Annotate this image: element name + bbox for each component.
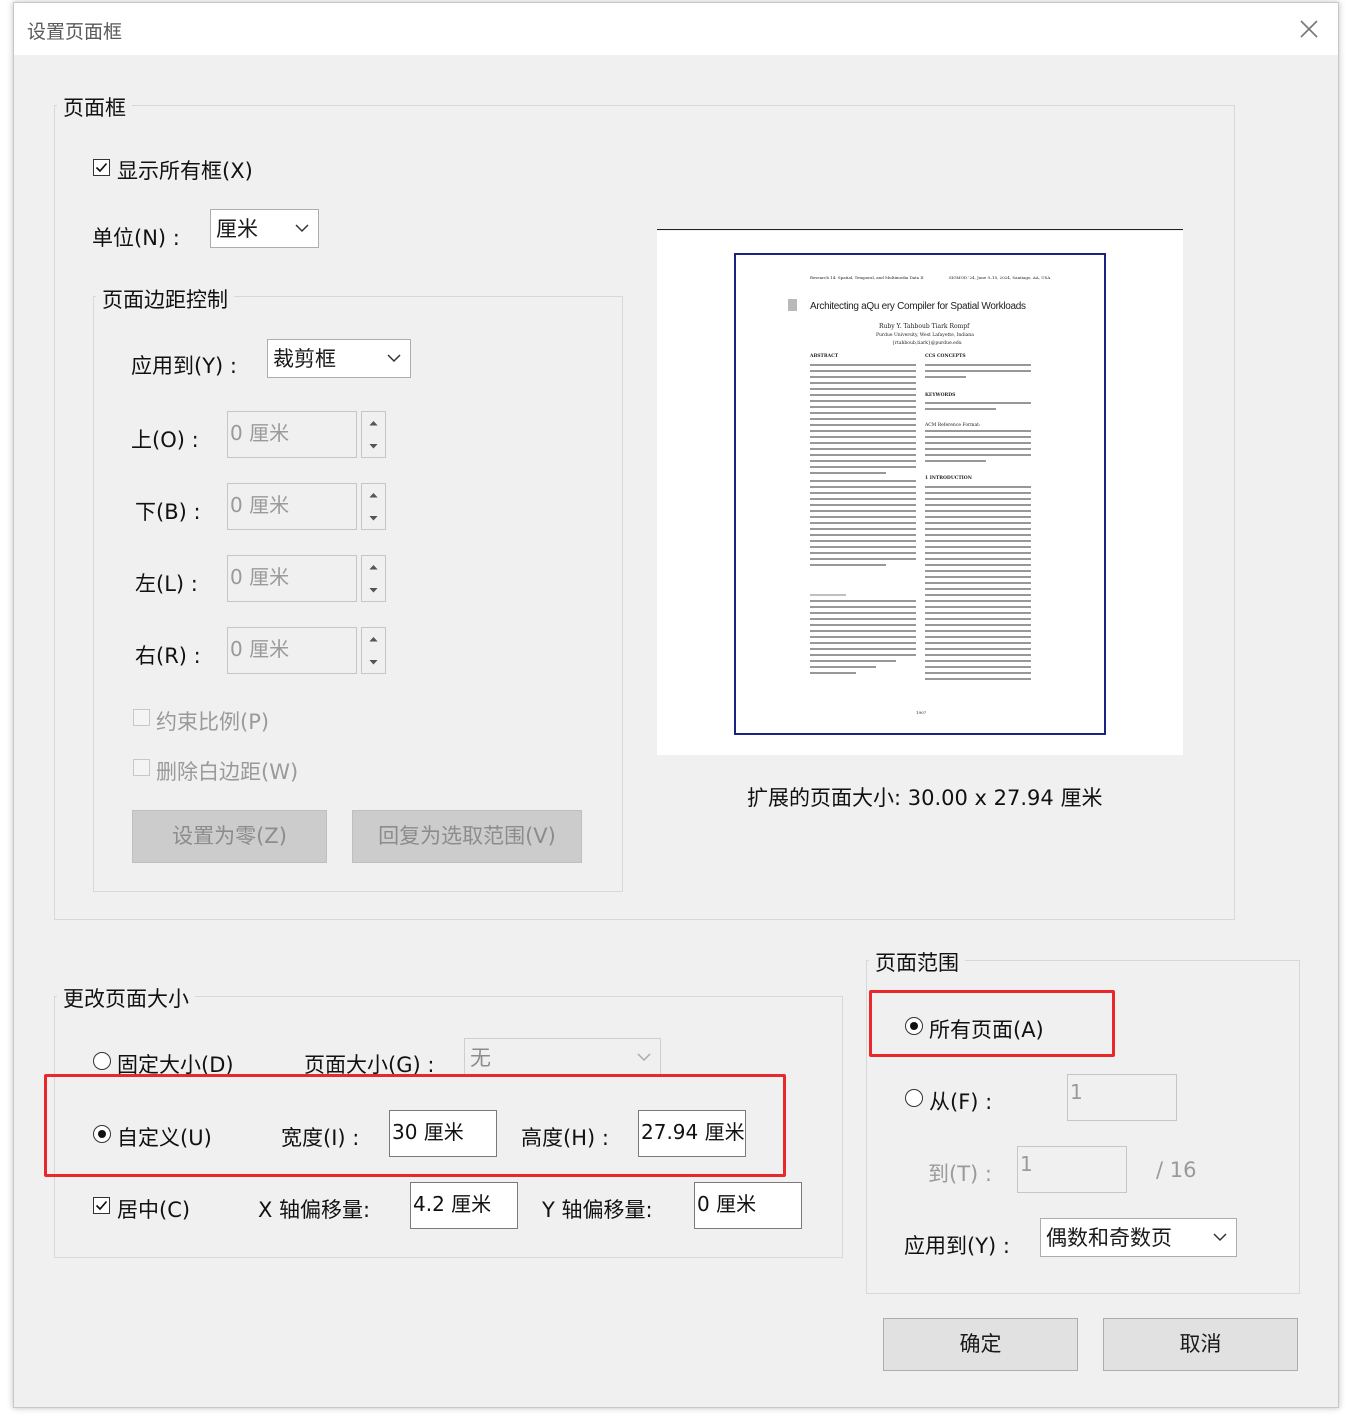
arrow-up-icon[interactable] <box>362 628 385 651</box>
from-input[interactable]: 1 <box>1067 1074 1177 1121</box>
preview-top-rule <box>657 229 1183 230</box>
arrow-down-icon[interactable] <box>362 507 385 530</box>
x-offset-label: X 轴偏移量: <box>258 1198 371 1222</box>
range-apply-to-value: 偶数和奇数页 <box>1046 1226 1172 1250</box>
y-offset-label: Y 轴偏移量: <box>542 1198 653 1222</box>
set-page-boxes-dialog: 设置页面框 页面框 显示所有框(X) 单位(N) : 厘米 页面边距控制 应用到… <box>13 2 1339 1408</box>
x-offset-input[interactable]: 4.2 厘米 <box>410 1182 518 1229</box>
ok-button[interactable]: 确定 <box>883 1318 1078 1371</box>
expanded-page-size: 扩展的页面大小: 30.00 x 27.94 厘米 <box>747 786 1103 810</box>
apply-to-dropdown[interactable]: 裁剪框 <box>267 339 411 378</box>
show-all-boxes-checkbox[interactable] <box>93 159 110 176</box>
range-apply-to-label: 应用到(Y) : <box>904 1234 1010 1258</box>
from-value: 1 <box>1070 1080 1083 1104</box>
top-margin-stepper[interactable] <box>361 411 386 458</box>
page-range-legend: 页面范围 <box>869 947 965 977</box>
x-offset-value: 4.2 厘米 <box>413 1192 492 1216</box>
from-radio[interactable] <box>905 1089 923 1107</box>
center-label: 居中(C) <box>117 1198 191 1222</box>
left-margin-label: 左(L) : <box>135 572 198 596</box>
chevron-down-icon <box>1213 1233 1227 1242</box>
show-all-boxes-label: 显示所有框(X) <box>117 159 253 183</box>
change-page-size-legend: 更改页面大小 <box>57 983 195 1013</box>
bottom-margin-stepper[interactable] <box>361 483 386 530</box>
arrow-up-icon[interactable] <box>362 412 385 435</box>
left-margin-stepper[interactable] <box>361 555 386 602</box>
unit-label: 单位(N) : <box>92 226 180 250</box>
page-preview: Research 14: Spatial, Temporal, and Mult… <box>657 231 1183 755</box>
top-margin-input[interactable]: 0 厘米 <box>227 411 357 458</box>
highlight-all-pages <box>869 990 1115 1057</box>
range-apply-to-dropdown[interactable]: 偶数和奇数页 <box>1040 1218 1237 1257</box>
constrain-proportions-label: 约束比例(P) <box>156 710 270 734</box>
arrow-down-icon[interactable] <box>362 651 385 674</box>
revert-to-selection-button[interactable]: 回复为选取范围(V) <box>352 810 582 863</box>
top-margin-label: 上(O) : <box>131 428 199 452</box>
unit-dropdown[interactable]: 厘米 <box>210 209 319 248</box>
arrow-up-icon[interactable] <box>362 556 385 579</box>
bottom-margin-value: 0 厘米 <box>230 493 290 517</box>
to-value: 1 <box>1020 1152 1033 1176</box>
chevron-down-icon <box>637 1053 651 1062</box>
to-label: 到(T) : <box>928 1162 992 1186</box>
left-margin-value: 0 厘米 <box>230 565 290 589</box>
right-margin-label: 右(R) : <box>135 644 201 668</box>
margin-controls-legend: 页面边距控制 <box>96 284 234 314</box>
title-bar: 设置页面框 <box>14 3 1338 55</box>
center-checkbox[interactable] <box>93 1197 110 1214</box>
close-icon[interactable] <box>1297 17 1321 41</box>
set-to-zero-button[interactable]: 设置为零(Z) <box>132 810 327 863</box>
arrow-up-icon[interactable] <box>362 484 385 507</box>
unit-value: 厘米 <box>216 217 258 241</box>
total-pages: / 16 <box>1156 1158 1197 1182</box>
arrow-down-icon[interactable] <box>362 579 385 602</box>
remove-white-margins-label: 删除白边距(W) <box>156 760 299 784</box>
y-offset-input[interactable]: 0 厘米 <box>694 1182 802 1229</box>
y-offset-value: 0 厘米 <box>697 1192 757 1216</box>
highlight-custom-size <box>44 1074 786 1177</box>
page-size-value: 无 <box>470 1046 491 1070</box>
page-size-dropdown[interactable]: 无 <box>464 1038 661 1077</box>
from-label: 从(F) : <box>929 1090 993 1114</box>
constrain-proportions-checkbox[interactable] <box>133 709 150 726</box>
right-margin-input[interactable]: 0 厘米 <box>227 627 357 674</box>
remove-white-margins-checkbox[interactable] <box>133 759 150 776</box>
apply-to-value: 裁剪框 <box>273 347 336 371</box>
cancel-button[interactable]: 取消 <box>1103 1318 1298 1371</box>
fixed-size-radio[interactable] <box>93 1052 111 1070</box>
checkmark-icon <box>95 162 108 173</box>
preview-text-lines <box>810 364 1031 680</box>
bottom-margin-label: 下(B) : <box>135 500 201 524</box>
page-boxes-legend: 页面框 <box>57 92 132 122</box>
top-margin-value: 0 厘米 <box>230 421 290 445</box>
arrow-down-icon[interactable] <box>362 435 385 458</box>
right-margin-value: 0 厘米 <box>230 637 290 661</box>
right-margin-stepper[interactable] <box>361 627 386 674</box>
apply-to-label: 应用到(Y) : <box>131 354 237 378</box>
bottom-margin-input[interactable]: 0 厘米 <box>227 483 357 530</box>
left-margin-input[interactable]: 0 厘米 <box>227 555 357 602</box>
preview-page: Research 14: Spatial, Temporal, and Mult… <box>734 253 1106 735</box>
dialog-title: 设置页面框 <box>27 21 123 43</box>
checkmark-icon <box>95 1200 108 1211</box>
to-input[interactable]: 1 <box>1017 1146 1127 1193</box>
chevron-down-icon <box>295 224 309 233</box>
chevron-down-icon <box>387 354 401 363</box>
